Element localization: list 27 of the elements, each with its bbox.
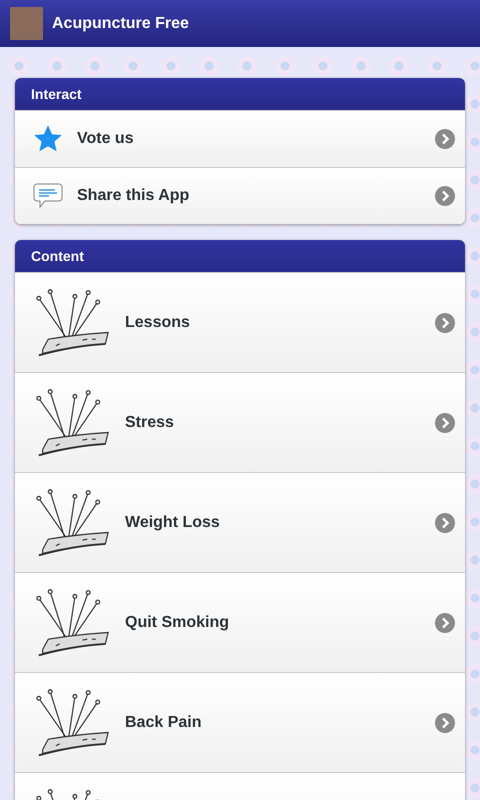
item-label: Vote us [77,129,135,149]
app-title: Acupuncture Free [52,14,189,34]
list-item[interactable]: Vote us [15,110,465,167]
speech-bubble-icon [33,183,63,209]
section-header: Content [15,240,465,272]
item-label: Lessons [125,312,191,332]
chevron-icon [435,712,455,732]
item-label: Stress [125,412,175,432]
chevron-icon [435,612,455,632]
list-item[interactable]: Weight Loss [15,472,465,572]
chevron-icon [435,129,455,149]
list-item[interactable]: Stress [15,372,465,472]
chevron-icon [435,186,455,206]
list-item[interactable]: Lessons [15,272,465,372]
item-label: Share this App [77,186,190,206]
item-label: Quit Smoking [125,612,230,632]
item-label: Back Pain [125,712,202,732]
list-item[interactable]: Quit Smoking [15,572,465,672]
item-label: Weight Loss [125,512,221,532]
chevron-icon [435,512,455,532]
chevron-icon [435,412,455,432]
star-icon [33,124,63,154]
list-item[interactable]: Back Pain [15,672,465,772]
list-item[interactable]: Share this App [15,167,465,224]
photo-placeholder [10,7,43,40]
section-header: Interact [15,78,465,110]
chevron-icon [435,312,455,332]
